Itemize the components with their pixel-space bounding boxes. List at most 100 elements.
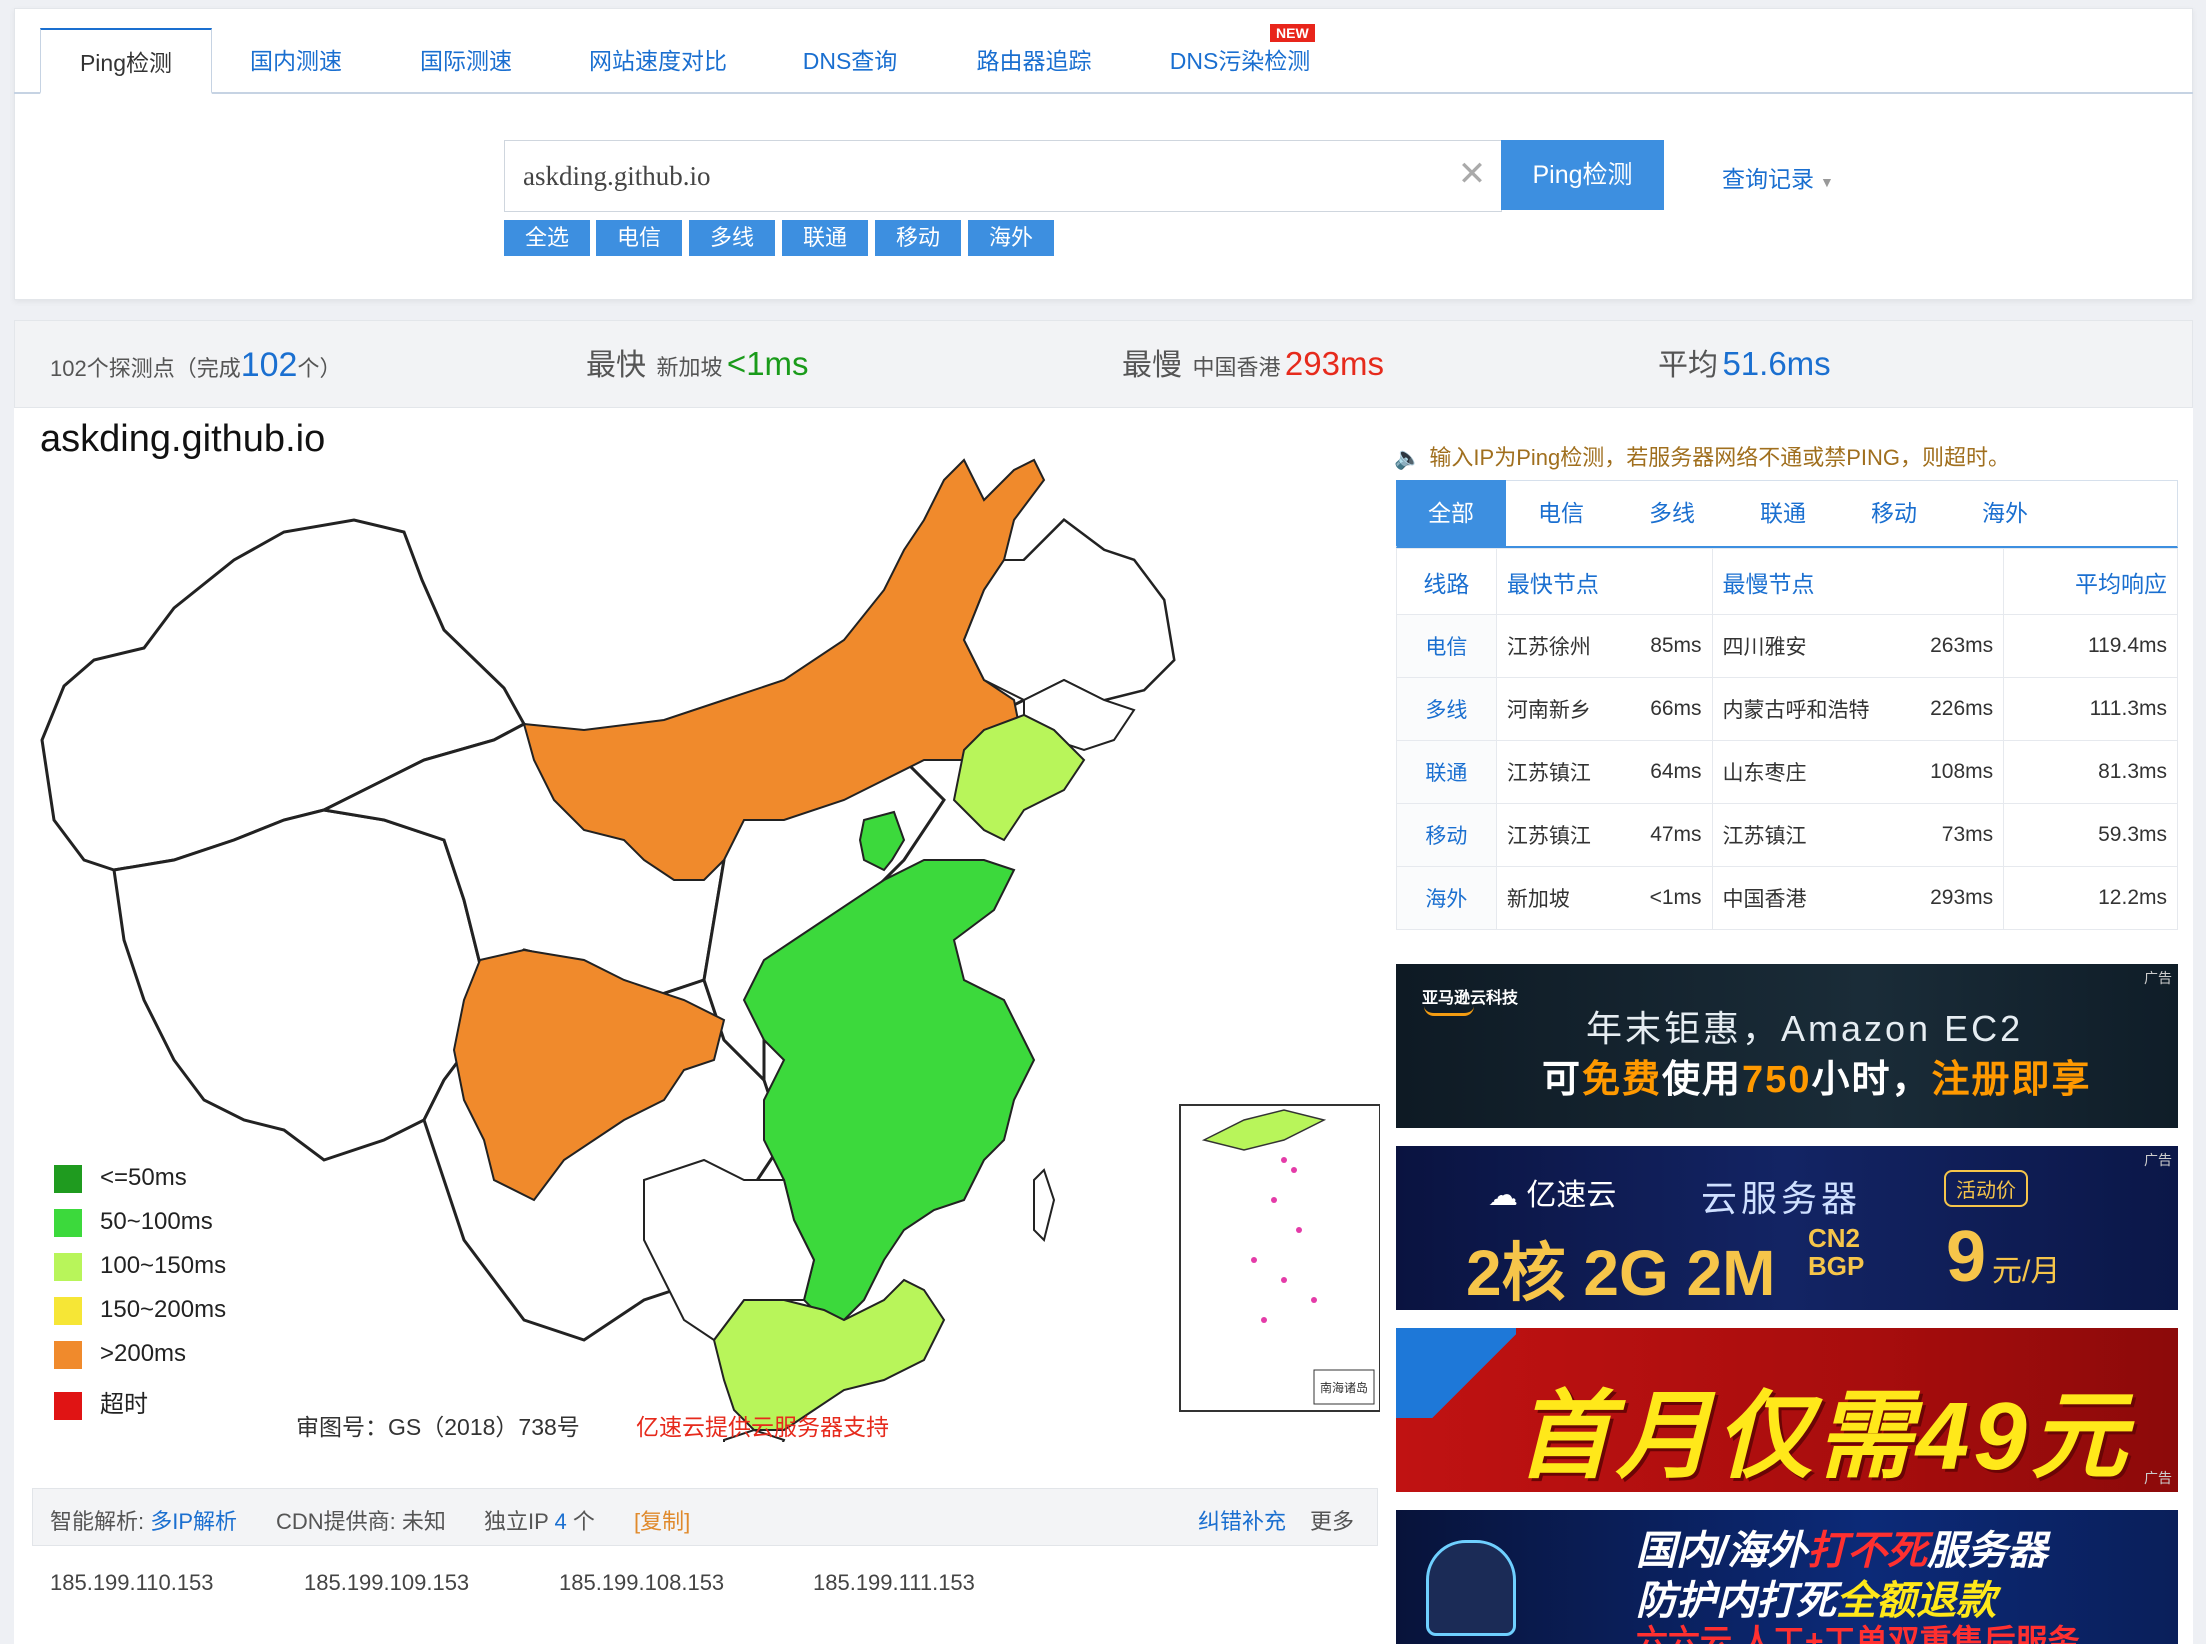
copy-button[interactable]: [复制] [634,1504,690,1536]
col-slowest: 最慢节点 [1711,548,2005,615]
china-latency-map: 南海诸岛 [40,458,1380,1442]
average-stat: 平均 51.6ms [1658,340,1831,384]
isp-tab-multiline[interactable]: 多线 [1617,480,1727,546]
tab-ping[interactable]: Ping检测 [40,28,212,94]
smile-icon [1424,1006,1474,1016]
filter-multiline[interactable]: 多线 [689,220,775,256]
ad-spec: 2核 2G 2M [1466,1237,1776,1309]
ad-tag: 广告 [2144,1152,2172,1168]
col-line: 线路 [1396,548,1497,615]
fastest-label: 最快 [586,349,646,382]
legend-item: 50~100ms [54,1208,213,1238]
col-average: 平均响应 [2003,548,2178,615]
ip-address: 185.199.110.153 [50,1570,214,1595]
line-name[interactable]: 海外 [1396,866,1497,930]
slow-ms: 73ms [1887,803,2005,867]
caret-down-icon: ▼ [1820,174,1834,190]
ad-price-unit: 元/月 [1992,1255,2061,1288]
legend-swatch [54,1391,82,1420]
tab-intl-speed[interactable]: 国际测速 [380,28,552,94]
slow-city: 山东枣庄 [1711,740,1888,804]
ad-brand: ☁ 亿速云 [1488,1179,1617,1212]
slow-city: 内蒙古呼和浩特 [1711,677,1888,741]
legend-label: 50~100ms [100,1208,213,1235]
table-row: 移动 江苏镇江 47ms 江苏镇江 73ms 59.3ms [1396,803,2178,867]
avg-ms: 59.3ms [2003,803,2178,867]
table-row: 多线 河南新乡 66ms 内蒙古呼和浩特 226ms 111.3ms [1396,677,2178,741]
map-approval-number: 审图号：GS（2018）738号 [296,1414,580,1440]
filter-telecom[interactable]: 电信 [596,220,682,256]
filter-mobile[interactable]: 移动 [875,220,961,256]
filter-unicom[interactable]: 联通 [782,220,868,256]
ad-yisu-banner[interactable]: 广告 ☁ 亿速云 云服务器 活动价 2核 2G 2M CN2 BGP 9 元/月 [1396,1146,2178,1310]
ad-network: CN2 BGP [1808,1223,1865,1281]
slowest-stat: 最慢 中国香港 293ms [1122,340,1384,384]
line-name[interactable]: 电信 [1396,614,1497,678]
legend-item: >200ms [54,1340,186,1370]
legend-swatch [54,1252,82,1281]
line-name[interactable]: 联通 [1396,740,1497,804]
isp-tab-all[interactable]: 全部 [1396,480,1506,546]
fastest-location: 新加坡 [656,355,723,380]
history-dropdown[interactable]: 查询记录 ▼ [1722,160,1834,194]
multi-ip-link[interactable]: 多IP解析 [150,1509,237,1534]
table-row: 电信 江苏徐州 85ms 四川雅安 263ms 119.4ms [1396,614,2178,678]
ad-aws-banner[interactable]: 广告 亚马逊云科技 年末钜惠，Amazon EC2 可免费使用750小时，注册即… [1396,964,2178,1128]
avg-ms: 119.4ms [2003,614,2178,678]
table-row: 海外 新加坡 <1ms 中国香港 293ms 12.2ms [1396,866,2178,930]
ad-corner-logo [1396,1328,1516,1418]
legend-swatch [54,1164,82,1193]
line-name[interactable]: 多线 [1396,677,1497,741]
history-label: 查询记录 [1722,166,1814,192]
filter-overseas[interactable]: 海外 [968,220,1054,256]
tab-traceroute[interactable]: 路由器追踪 [936,28,1132,94]
legend-label: 150~200ms [100,1296,227,1323]
ip-count: 独立IP 4 个 [484,1509,595,1534]
slow-ms: 226ms [1887,677,2005,741]
more-link[interactable]: 更多 [1310,1504,1354,1536]
ping-button[interactable]: Ping检测 [1501,140,1664,210]
ad-product: 云服务器 [1701,1178,1862,1219]
report-link[interactable]: 纠错补充 [1198,1504,1286,1536]
map-region-taiwan [1033,1168,1056,1242]
ip-address: 185.199.108.153 [559,1570,725,1595]
probe-count: 102个探测点（完成102个） [50,346,341,385]
slow-city: 江苏镇江 [1711,803,1888,867]
isp-tab-telecom[interactable]: 电信 [1506,480,1616,546]
cdn-provider: CDN提供商: 未知 [276,1509,446,1534]
tab-domestic-speed[interactable]: 国内测速 [212,28,380,94]
avg-ms: 12.2ms [2003,866,2178,930]
cloud-icon: ☁ [1488,1179,1518,1212]
slowest-value: 293ms [1284,345,1384,382]
slowest-label: 最慢 [1122,349,1182,382]
tab-site-compare[interactable]: 网站速度对比 [552,28,764,94]
isp-tab-unicom[interactable]: 联通 [1728,480,1838,546]
map-sponsor-link[interactable]: 亿速云提供云服务器支持 [636,1408,889,1442]
fast-city: 河南新乡 [1495,677,1617,741]
domain-input[interactable]: askding.github.io [504,140,1502,212]
ad-promo-banner[interactable]: 广告 首月仅需49元 [1396,1328,2178,1492]
isp-tab-overseas[interactable]: 海外 [1950,480,2060,546]
new-badge: NEW [1270,24,1315,42]
mascot-icon [1426,1540,1516,1636]
slow-city: 四川雅安 [1711,614,1888,678]
legend-label: <=50ms [100,1164,187,1191]
tab-dns-pollution[interactable]: DNS污染检测 [1132,28,1348,94]
ping-notice: 🔈 输入IP为Ping检测，若服务器网络不通或禁PING，则超时。 [1394,440,2010,472]
ad-ddos-banner[interactable]: 国内/海外打不死服务器 防护内打死全额退款 六六云 人工+工单双重售后服务 [1396,1510,2178,1644]
ad-line3: 六六云 人工+工单双重售后服务 [1636,1623,2080,1644]
slow-ms: 293ms [1887,866,2005,930]
legend-swatch [54,1296,82,1325]
legend-item: <=50ms [54,1164,187,1194]
legend-swatch [54,1208,82,1237]
line-name[interactable]: 移动 [1396,803,1497,867]
ad-subline: 可免费使用750小时，注册即享 [1542,1059,2092,1101]
isp-tab-mobile[interactable]: 移动 [1839,480,1949,546]
inset-label: 南海诸岛 [1320,1380,1368,1395]
legend-label: 超时 [100,1391,148,1418]
filter-all[interactable]: 全选 [504,220,590,256]
tab-dns-query[interactable]: DNS查询 [764,28,936,94]
fast-ms: 64ms [1616,740,1713,804]
close-icon[interactable]: ✕ [1452,154,1492,194]
map-region-inner-mongolia [522,458,1046,881]
